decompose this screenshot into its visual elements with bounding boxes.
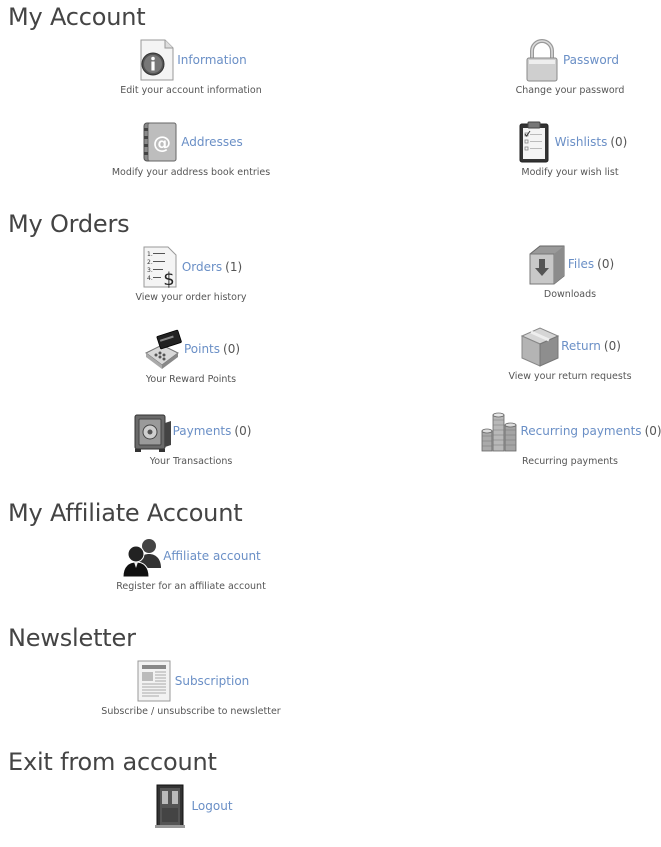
svg-text:4.: 4. [147, 275, 153, 282]
address-book-icon[interactable]: @ [139, 120, 181, 164]
svg-text:$: $ [163, 269, 174, 289]
section-title-newsletter: Newsletter [8, 624, 136, 652]
orders-item-recurring-payments: Recurring payments (0) Recurring payment… [420, 408, 661, 472]
account-item-addresses: @ Addresses Modify your address book ent… [41, 119, 341, 183]
points-link[interactable]: Points [184, 342, 220, 356]
orders-link[interactable]: Orders [182, 260, 222, 274]
card-terminal-icon[interactable] [142, 327, 184, 371]
orders-description: View your order history [135, 292, 247, 303]
subscription-description: Subscribe / unsubscribe to newsletter [101, 706, 281, 717]
section-title-my-affiliate-account: My Affiliate Account [8, 499, 243, 527]
box-icon[interactable] [519, 324, 561, 368]
information-description: Edit your account information [120, 85, 262, 96]
newsletter-item-subscription: Subscription Subscribe / unsubscribe to … [41, 658, 341, 722]
points-description: Your Reward Points [145, 374, 237, 385]
download-folder-icon[interactable] [526, 242, 568, 286]
account-item-password: Password Change your password [420, 37, 661, 101]
addresses-link[interactable]: Addresses [181, 135, 242, 149]
files-count: (0) [597, 257, 615, 271]
recurring-payments-description: Recurring payments [522, 456, 618, 467]
clipboard-checklist-icon[interactable] [513, 120, 555, 164]
orders-count: (1) [225, 260, 243, 274]
password-link[interactable]: Password [563, 53, 619, 67]
payments-count: (0) [234, 424, 252, 438]
users-icon[interactable] [121, 534, 163, 578]
password-description: Change your password [515, 85, 625, 96]
section-title-exit-from-account: Exit from account [8, 748, 217, 776]
orders-item-payments: Payments (0) Your Transactions [41, 408, 341, 472]
points-count: (0) [223, 342, 241, 356]
files-link[interactable]: Files [568, 257, 594, 271]
wishlists-count: (0) [610, 135, 628, 149]
wishlists-link[interactable]: Wishlists [555, 135, 608, 149]
subscription-link[interactable]: Subscription [175, 674, 250, 688]
payments-description: Your Transactions [149, 456, 233, 467]
return-description: View your return requests [508, 371, 632, 382]
recurring-payments-count: (0) [644, 424, 661, 438]
newspaper-icon[interactable] [133, 659, 175, 703]
padlock-icon[interactable] [521, 38, 563, 82]
safe-icon[interactable] [131, 409, 173, 453]
information-link[interactable]: Information [177, 53, 246, 67]
account-item-information: Information Edit your account informatio… [41, 37, 341, 101]
return-count: (0) [603, 339, 621, 353]
return-link[interactable]: Return [561, 339, 601, 353]
affiliate-item-affiliate-account: Affiliate account Register for an affili… [41, 533, 341, 597]
recurring-payments-link[interactable]: Recurring payments [520, 424, 641, 438]
svg-text:@: @ [153, 133, 171, 154]
svg-text:1.: 1. [147, 251, 153, 258]
account-item-wishlists: Wishlists (0) Modify your wish list [420, 119, 661, 183]
orders-item-return: Return (0) View your return requests [420, 323, 661, 387]
payments-link[interactable]: Payments [173, 424, 232, 438]
exit-item-logout: Logout [41, 783, 341, 847]
door-icon[interactable] [149, 784, 191, 828]
section-title-my-account: My Account [8, 3, 146, 31]
addresses-description: Modify your address book entries [111, 167, 271, 178]
wishlists-description: Modify your wish list [521, 167, 619, 178]
logout-link[interactable]: Logout [191, 799, 232, 813]
info-document-icon[interactable] [135, 38, 177, 82]
orders-item-points: Points (0) Your Reward Points [41, 326, 341, 390]
affiliate-account-link[interactable]: Affiliate account [163, 549, 261, 563]
svg-text:2.: 2. [147, 259, 153, 266]
order-list-dollar-icon[interactable]: 1. 2. 3. 4. $ [140, 245, 182, 289]
coin-stacks-icon[interactable] [478, 409, 520, 453]
orders-item-files: Files (0) Downloads [420, 241, 661, 305]
affiliate-account-description: Register for an affiliate account [116, 581, 266, 592]
svg-text:3.: 3. [147, 267, 153, 274]
orders-item-orders: 1. 2. 3. 4. $ Orders (1) View your order… [41, 244, 341, 308]
section-title-my-orders: My Orders [8, 210, 130, 238]
files-description: Downloads [543, 289, 597, 300]
